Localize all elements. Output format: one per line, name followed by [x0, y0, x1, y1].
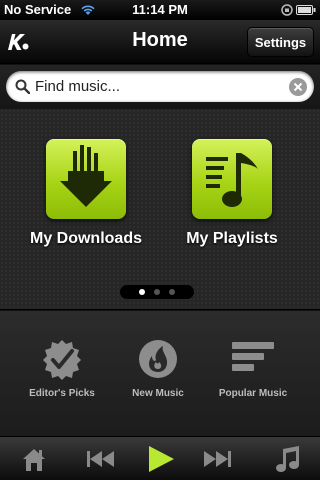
- search-bar: Find music...: [0, 65, 320, 109]
- page-dot: [154, 289, 160, 295]
- previous-track-icon[interactable]: [84, 443, 116, 475]
- clear-icon[interactable]: [289, 78, 307, 96]
- next-track-icon[interactable]: [202, 443, 234, 475]
- page-dot: [169, 289, 175, 295]
- search-icon: [15, 79, 30, 94]
- battery-icon: [296, 5, 316, 15]
- clock: 11:14 PM: [132, 2, 188, 17]
- search-input[interactable]: Find music...: [6, 71, 314, 102]
- settings-button[interactable]: Settings: [247, 27, 314, 57]
- music-note-icon[interactable]: [272, 443, 304, 475]
- popular-music-label: Popular Music: [218, 388, 288, 399]
- status-bar: No Service 11:14 PM: [0, 0, 320, 20]
- rotation-lock-icon: [281, 4, 293, 16]
- my-downloads-label: My Downloads: [29, 230, 142, 247]
- bars-icon: [228, 338, 278, 380]
- search-placeholder: Find music...: [35, 78, 121, 95]
- my-downloads-tile[interactable]: My Downloads: [16, 139, 156, 248]
- new-music-button[interactable]: New Music: [105, 338, 211, 399]
- page-dot-active: [139, 289, 145, 295]
- my-playlists-tile[interactable]: My Playlists: [162, 139, 302, 248]
- play-icon[interactable]: [144, 443, 176, 475]
- music-note-list-icon: [192, 139, 272, 219]
- category-bar: Editor's Picks New Music Popular Music: [0, 311, 320, 436]
- editors-picks-label: Editor's Picks: [29, 388, 95, 399]
- page-indicator[interactable]: [120, 285, 194, 299]
- home-icon[interactable]: [18, 443, 50, 475]
- checkmark-badge-icon: [37, 338, 87, 380]
- player-toolbar: [0, 436, 320, 480]
- editors-picks-button[interactable]: Editor's Picks: [9, 338, 115, 399]
- my-playlists-label: My Playlists: [186, 230, 278, 247]
- download-arrow-icon: [46, 139, 126, 219]
- featured-area: My Downloads My Playlists: [0, 109, 320, 310]
- flame-globe-icon: [133, 338, 183, 380]
- new-music-label: New Music: [132, 388, 184, 399]
- popular-music-button[interactable]: Popular Music: [200, 338, 306, 399]
- navigation-bar: Home Settings: [0, 20, 320, 64]
